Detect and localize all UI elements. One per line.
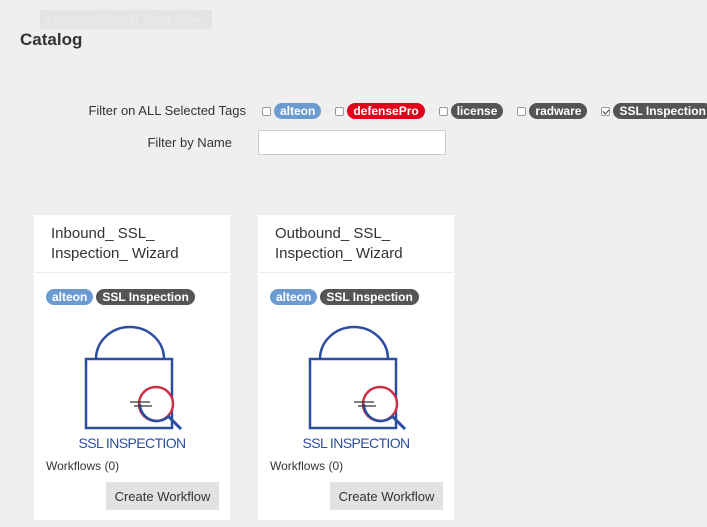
tag-pill-radware: radware [529,103,588,119]
tag-pill-defensepro: defensePro [347,103,425,119]
tag-checkbox-checked[interactable] [601,106,611,116]
card-title[interactable]: Outbound_ SSL_ Inspection_ Wizard [258,215,454,273]
tag-filter-defensepro[interactable]: defensePro [335,103,425,119]
ssl-inspection-icon: SSL INSPECTION [303,325,410,451]
workflow-count: Workflows (0) [270,459,344,473]
icon-caption: SSL INSPECTION [79,435,186,451]
icon-caption: SSL INSPECTION [303,435,410,451]
tag-filter-radware[interactable]: radware [517,103,588,119]
tag-pill-license: license [450,103,504,119]
workflow-count: Workflows (0) [46,459,120,473]
tag-checkbox[interactable] [438,106,448,116]
tag-pill-alteon: alteon [274,103,322,119]
filter-tags-label: Filter on ALL Selected Tags [88,103,246,118]
filter-name-input[interactable] [258,130,446,155]
card-tag-alteon: alteon [46,289,94,305]
page-title: Catalog [20,30,83,49]
tag-filter-list: alteon defensePro license radware SSL In… [262,103,707,119]
create-workflow-button[interactable]: Create Workflow [106,482,219,510]
tag-pill-ssl-inspection: SSL Inspection [613,103,707,119]
card-tag-alteon: alteon [270,289,318,305]
card-tag-list: alteon SSL Inspection [46,289,198,305]
ssl-inspection-icon: SSL INSPECTION [79,325,186,451]
filter-name-label: Filter by Name [147,135,232,150]
build-version-banner: 4.5.0-SNAPSHOT Build 3264 [40,10,212,29]
card-title[interactable]: Inbound_ SSL_ Inspection_ Wizard [34,215,230,273]
tag-filter-alteon[interactable]: alteon [262,103,322,119]
tag-filter-license[interactable]: license [438,103,504,119]
catalog-card-inbound: Inbound_ SSL_ Inspection_ Wizard alteon … [34,215,230,520]
card-tag-ssl-inspection: SSL Inspection [320,289,419,305]
tag-checkbox[interactable] [262,106,271,116]
tag-checkbox[interactable] [517,106,527,116]
create-workflow-button[interactable]: Create Workflow [330,482,443,510]
card-tag-ssl-inspection: SSL Inspection [96,289,195,305]
catalog-card-outbound: Outbound_ SSL_ Inspection_ Wizard alteon… [258,215,454,520]
tag-checkbox[interactable] [335,106,345,116]
tag-filter-ssl-inspection[interactable]: SSL Inspection [601,103,707,119]
card-tag-list: alteon SSL Inspection [270,289,422,305]
